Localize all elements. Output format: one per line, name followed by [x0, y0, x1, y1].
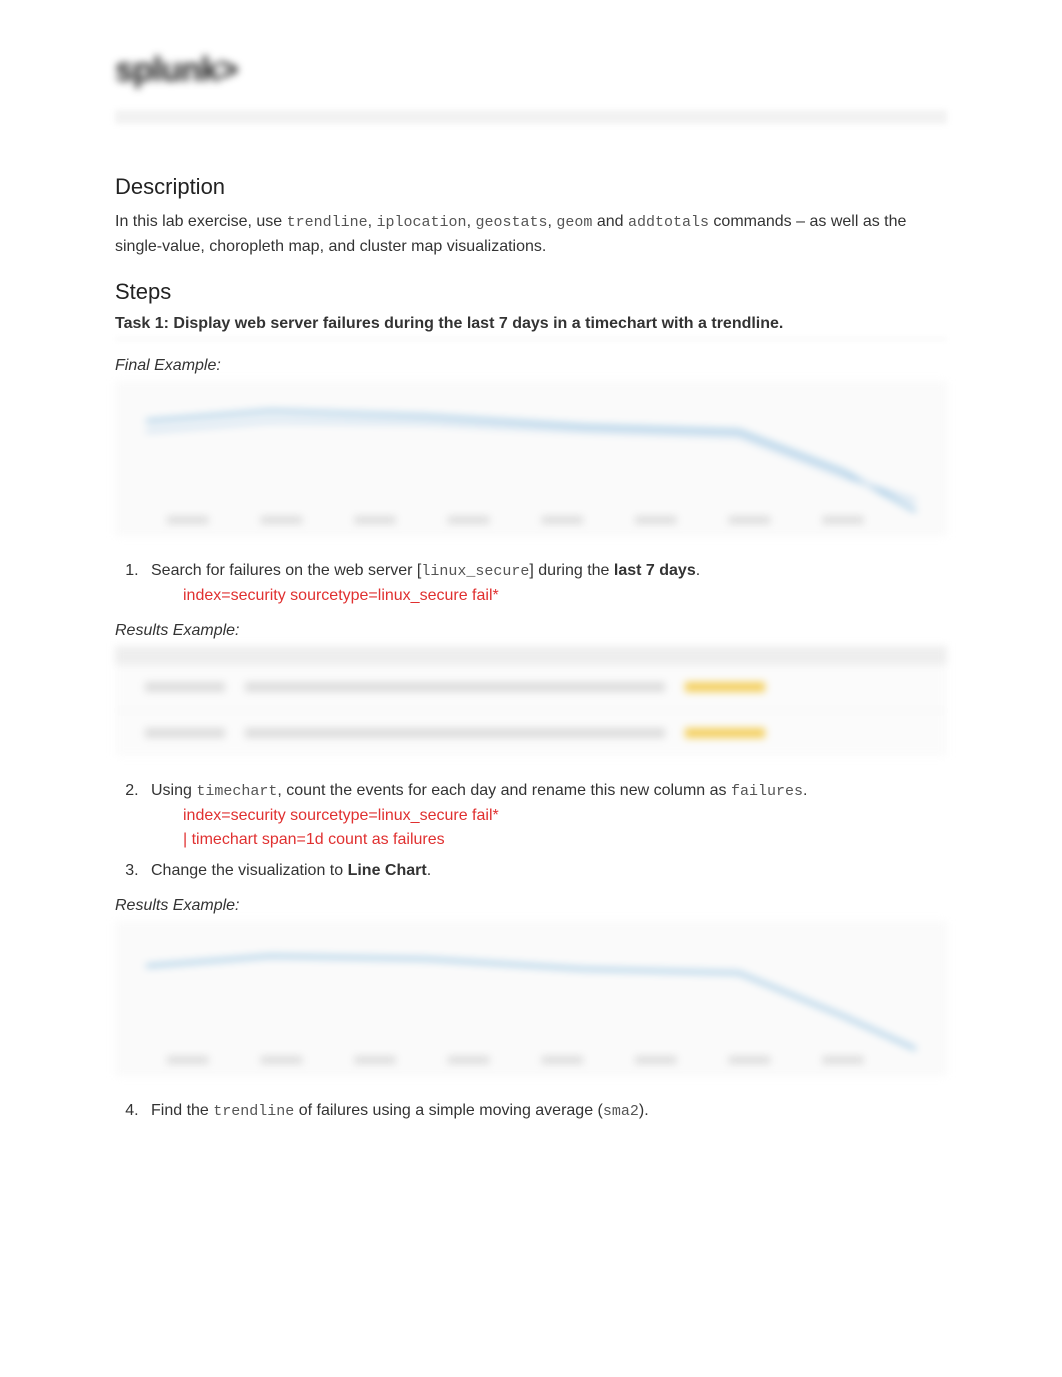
step-4-code-1: trendline: [213, 1103, 294, 1120]
step-2-code-1: timechart: [196, 783, 277, 800]
step-2-pre: Using: [151, 782, 196, 799]
step-4-code-2: sma2: [603, 1103, 639, 1120]
brand-logo: splunk>: [115, 50, 947, 90]
step-1-post: .: [696, 562, 700, 579]
step-1-query: index=security sourcetype=linux_secure f…: [183, 584, 947, 608]
description-paragraph: In this lab exercise, use trendline, ipl…: [115, 210, 947, 259]
brand-logo-text: splunk>: [115, 51, 237, 90]
step-2-mid: , count the events for each day and rena…: [277, 782, 731, 799]
header-divider: [115, 110, 947, 124]
step-3-post: .: [427, 862, 431, 879]
step-1-pre: Search for failures on the web server [: [151, 562, 421, 579]
step-3-pre: Change the visualization to: [151, 862, 348, 879]
results-example-table: [115, 646, 947, 756]
step-4: Find the trendline of failures using a s…: [143, 1098, 947, 1124]
desc-text-pre: In this lab exercise, use: [115, 213, 287, 230]
step-2-code-2: failures: [731, 783, 803, 800]
step-4-pre: Find the: [151, 1102, 213, 1119]
task-separator: [115, 337, 947, 341]
step-2: Using timechart, count the events for ea…: [143, 778, 947, 852]
cmd-geom: geom: [556, 214, 592, 231]
step-3: Change the visualization to Line Chart.: [143, 858, 947, 884]
description-heading: Description: [115, 174, 947, 200]
step-4-post: ).: [639, 1102, 649, 1119]
cmd-trendline: trendline: [287, 214, 368, 231]
cmd-geostats: geostats: [475, 214, 547, 231]
cmd-addtotals: addtotals: [628, 214, 709, 231]
results-example-label-1: Results Example:: [115, 622, 947, 640]
step-2-query-l1: index=security sourcetype=linux_secure f…: [183, 804, 947, 828]
step-1: Search for failures on the web server [l…: [143, 558, 947, 608]
step-1-mid: ] during the: [529, 562, 614, 579]
step-4-mid: of failures using a simple moving averag…: [294, 1102, 603, 1119]
step-1-bold: last 7 days: [614, 562, 696, 579]
desc-sep-1: ,: [368, 213, 377, 230]
final-example-label: Final Example:: [115, 357, 947, 375]
final-example-chart: [115, 381, 947, 536]
steps-heading: Steps: [115, 279, 947, 305]
step-1-code: linux_secure: [421, 563, 529, 580]
cmd-iplocation: iplocation: [377, 214, 467, 231]
task-1-title: Task 1: Display web server failures duri…: [115, 315, 947, 333]
step-3-bold: Line Chart: [348, 862, 427, 879]
desc-and: and: [592, 213, 628, 230]
results-example-label-2: Results Example:: [115, 897, 947, 915]
step-2-query-l2: | timechart span=1d count as failures: [183, 828, 947, 852]
results-example-chart: [115, 921, 947, 1076]
step-2-post: .: [803, 782, 807, 799]
